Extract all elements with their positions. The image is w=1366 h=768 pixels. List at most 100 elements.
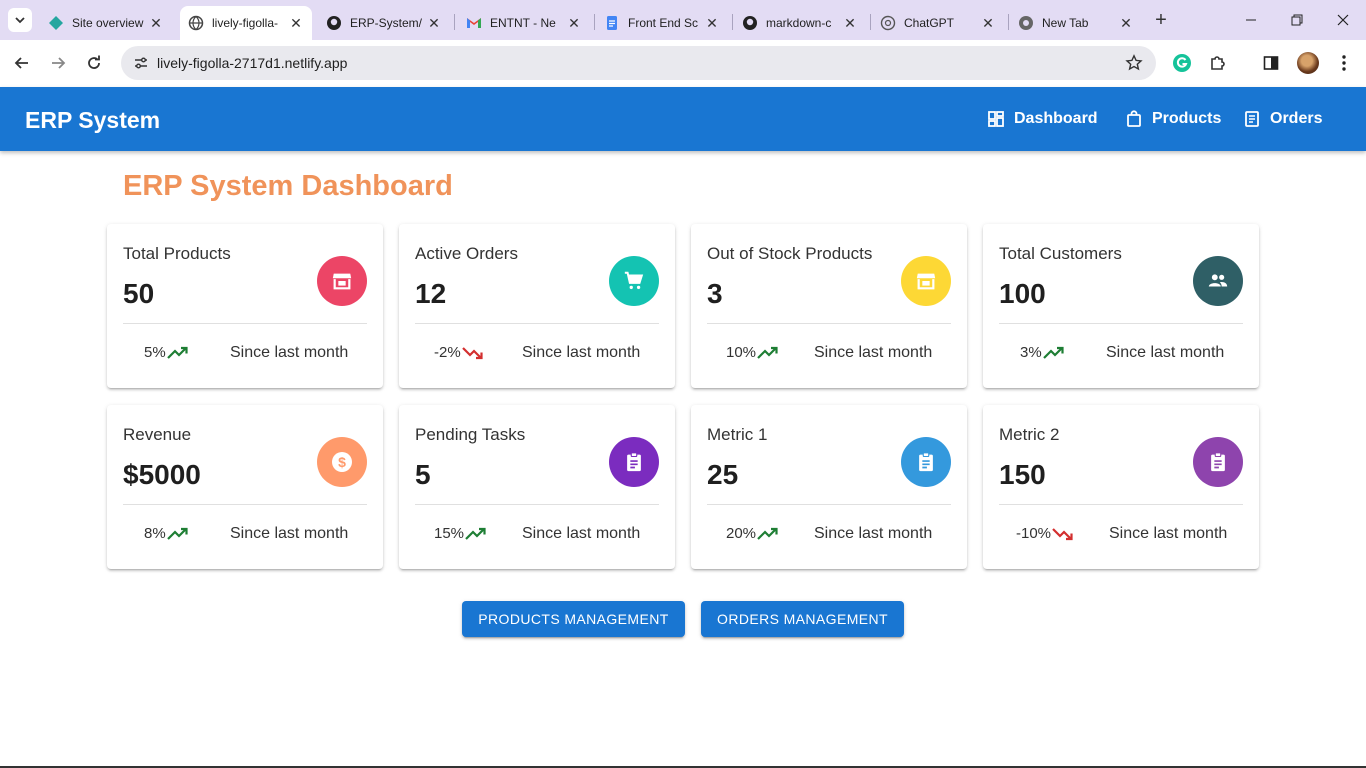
- forward-button[interactable]: [44, 49, 72, 77]
- address-bar[interactable]: lively-figolla-2717d1.netlify.app: [121, 46, 1156, 80]
- stat-label: Metric 1: [707, 425, 768, 444]
- stat-label: Revenue: [123, 425, 192, 444]
- trend-indicator: -2%: [434, 344, 484, 361]
- bookmark-star-icon[interactable]: [1122, 51, 1146, 75]
- trend-percent: 5%: [144, 344, 166, 361]
- stat-value: 150: [999, 459, 1046, 490]
- tab-title: ENTNT - Ne: [490, 16, 556, 30]
- browser-tab[interactable]: markdown-c ✕: [734, 6, 866, 40]
- nav-dashboard[interactable]: Dashboard: [986, 105, 1098, 133]
- trending-up-icon: [166, 345, 189, 361]
- tab-separator: [732, 14, 733, 30]
- url-text: lively-figolla-2717d1.netlify.app: [157, 55, 348, 71]
- store-icon: [901, 256, 951, 306]
- stat-label: Total Customers: [999, 244, 1122, 263]
- trending-up-icon: [757, 345, 779, 361]
- puzzle-icon: [1211, 56, 1225, 70]
- since-label: Since last month: [522, 344, 641, 361]
- tab-search-button[interactable]: [8, 8, 32, 32]
- kebab-menu-icon: [1342, 55, 1346, 71]
- clipboard-icon: [901, 437, 951, 487]
- products-management-button[interactable]: PRODUCTS MANAGEMENT: [462, 601, 685, 637]
- trend-indicator: 3%: [1020, 344, 1065, 361]
- browser-tab[interactable]: ChatGPT ✕: [872, 6, 1004, 40]
- browser-tab-active[interactable]: lively-figolla- ✕: [180, 6, 312, 40]
- nav-orders[interactable]: Orders: [1242, 105, 1322, 133]
- card-divider: [123, 504, 367, 505]
- shopping-bag-icon: [1124, 109, 1144, 129]
- back-button[interactable]: [8, 49, 36, 77]
- stat-value: 25: [707, 459, 739, 490]
- orders-management-button[interactable]: ORDERS MANAGEMENT: [701, 601, 904, 637]
- stat-label: Active Orders: [415, 244, 518, 263]
- card-divider: [707, 323, 951, 324]
- arrow-right-icon: [52, 57, 66, 69]
- close-icon[interactable]: ✕: [148, 15, 164, 31]
- tab-title: Site overview: [72, 16, 144, 30]
- tab-separator: [594, 14, 595, 30]
- stat-card: Pending Tasks 5 15% Since last month: [399, 405, 675, 569]
- trend-percent: 8%: [144, 525, 166, 542]
- page-title: ERP System Dashboard: [123, 170, 453, 202]
- browser-tab[interactable]: Front End Sc ✕: [596, 6, 728, 40]
- nav-products[interactable]: Products: [1124, 105, 1221, 133]
- stat-card: Out of Stock Products 3 10% Since last mont…: [691, 224, 967, 388]
- close-icon[interactable]: ✕: [426, 15, 442, 31]
- since-label: Since last month: [814, 344, 933, 361]
- browser-toolbar: lively-figolla-2717d1.netlify.app: [0, 40, 1366, 86]
- dollar-icon: $: [317, 437, 367, 487]
- store-icon: [317, 256, 367, 306]
- reload-button[interactable]: [80, 49, 108, 77]
- side-panel-button[interactable]: [1257, 49, 1285, 77]
- window-close-button[interactable]: [1320, 0, 1366, 40]
- receipt-icon: [1242, 109, 1262, 129]
- browser-tab[interactable]: ENTNT - Ne ✕: [458, 6, 590, 40]
- close-icon[interactable]: ✕: [288, 15, 304, 31]
- restore-button[interactable]: [1274, 0, 1320, 40]
- clipboard-icon: [609, 437, 659, 487]
- netlify-icon: [48, 15, 64, 31]
- site-settings-icon[interactable]: [129, 51, 153, 75]
- card-divider: [415, 323, 659, 324]
- gmail-icon: [466, 15, 482, 31]
- stat-label: Total Products: [123, 244, 231, 263]
- browser-tab[interactable]: Site overview ✕: [40, 6, 172, 40]
- stat-value: 50: [123, 278, 155, 309]
- trend-percent: 10%: [726, 344, 757, 361]
- stat-card: Total Products 50 5% Since last month: [107, 224, 383, 388]
- minimize-button[interactable]: [1228, 0, 1274, 40]
- close-icon[interactable]: ✕: [704, 15, 720, 31]
- nav-orders-label: Orders: [1270, 110, 1323, 127]
- trending-down-icon: [461, 345, 484, 361]
- card-divider: [999, 504, 1243, 505]
- svg-text:$: $: [338, 454, 346, 470]
- stat-value: 3: [707, 278, 723, 309]
- close-icon[interactable]: ✕: [566, 15, 582, 31]
- new-tab-button[interactable]: +: [1149, 8, 1173, 32]
- app-header: ERP System Dashboard Products Orders: [0, 87, 1366, 151]
- globe-icon: [188, 15, 204, 31]
- grammarly-extension-button[interactable]: [1168, 49, 1196, 77]
- chrome-icon: [1018, 15, 1034, 31]
- app-brand[interactable]: ERP System: [25, 107, 160, 134]
- browser-menu-button[interactable]: [1330, 49, 1358, 77]
- browser-tab[interactable]: New Tab ✕: [1010, 6, 1142, 40]
- browser-tab[interactable]: ERP-System/ ✕: [318, 6, 450, 40]
- close-icon[interactable]: ✕: [1118, 15, 1134, 31]
- since-label: Since last month: [522, 525, 641, 542]
- trend-percent: -10%: [1016, 525, 1052, 542]
- since-label: Since last month: [1106, 344, 1225, 361]
- arrow-left-icon: [14, 57, 28, 69]
- trend-percent: 3%: [1020, 344, 1042, 361]
- close-icon[interactable]: ✕: [842, 15, 858, 31]
- trend-percent: 15%: [434, 525, 465, 542]
- trending-up-icon: [757, 526, 779, 542]
- since-label: Since last month: [230, 344, 349, 361]
- since-label: Since last month: [814, 525, 933, 542]
- reload-icon: [88, 55, 100, 69]
- tab-title: Front End Sc: [628, 16, 699, 30]
- close-icon[interactable]: ✕: [980, 15, 996, 31]
- trend-percent: 20%: [726, 525, 757, 542]
- extensions-button[interactable]: [1204, 49, 1232, 77]
- profile-avatar[interactable]: [1297, 52, 1319, 74]
